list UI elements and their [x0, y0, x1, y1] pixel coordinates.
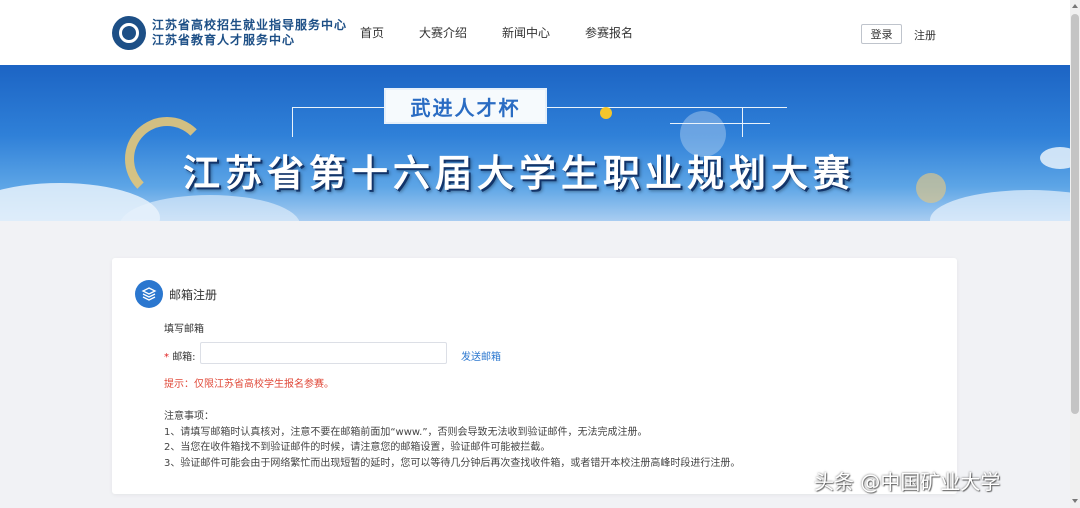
- logo-line-2: 江苏省教育人才服务中心: [152, 33, 296, 47]
- banner-line: [292, 107, 293, 137]
- cup-name: 武进人才杯: [384, 88, 547, 124]
- nav-item-signup[interactable]: 参赛报名: [585, 24, 633, 41]
- login-button[interactable]: 登录: [861, 24, 902, 44]
- email-label: * 邮箱:: [164, 348, 196, 363]
- logo-line-1: 江苏省高校招生就业指导服务中心: [152, 18, 348, 32]
- note-item: 3、验证邮件可能会由于网络繁忙而出现短暂的延时，您可以等待几分钟后再次查找收件箱…: [164, 457, 741, 469]
- page-scrollbar[interactable]: [1070, 0, 1080, 508]
- email-register-card: 邮箱注册 填写邮箱 * 邮箱: 发送邮箱 提示：仅限江苏省高校学生报名参赛。 注…: [112, 258, 957, 494]
- section-label: 填写邮箱: [164, 324, 204, 335]
- main-nav: 首页 大赛介绍 新闻中心 参赛报名: [360, 24, 633, 41]
- banner-line: [670, 123, 770, 124]
- send-email-link[interactable]: 发送邮箱: [461, 348, 501, 363]
- site-header: 江苏省高校招生就业指导服务中心 江苏省教育人才服务中心 首页 大赛介绍 新闻中心…: [0, 0, 1070, 65]
- banner-line: [742, 107, 743, 137]
- watermark: 头条 @中国矿业大学: [814, 470, 1001, 494]
- nav-item-home[interactable]: 首页: [360, 24, 384, 41]
- logo-text: 江苏省高校招生就业指导服务中心 江苏省教育人才服务中心: [152, 18, 347, 48]
- scroll-up-arrow-icon[interactable]: [1072, 4, 1078, 8]
- email-input[interactable]: [200, 342, 447, 364]
- dot-decoration: [600, 107, 612, 119]
- notes-title: 注意事项：: [164, 411, 214, 422]
- notes-block: 注意事项： 1、请填写邮箱时认真核对，注意不要在邮箱前面加“www.”，否则会导…: [164, 409, 740, 471]
- banner-line: [547, 107, 787, 108]
- layers-icon: [135, 280, 163, 308]
- banner-line: [292, 107, 384, 108]
- register-link[interactable]: 注册: [914, 27, 936, 43]
- nav-item-intro[interactable]: 大赛介绍: [419, 24, 467, 41]
- cloud-decoration: [1040, 147, 1070, 169]
- site-logo[interactable]: 江苏省高校招生就业指导服务中心 江苏省教育人才服务中心: [112, 14, 347, 52]
- hint-text: 提示：仅限江苏省高校学生报名参赛。: [164, 379, 334, 390]
- scroll-thumb[interactable]: [1071, 14, 1079, 414]
- hero-banner: 武进人才杯 江苏省第十六届大学生职业规划大赛: [0, 65, 1070, 221]
- card-title: 邮箱注册: [169, 288, 218, 302]
- note-item: 2、当您在收件箱找不到验证邮件的时候，请注意您的邮箱设置，验证邮件可能被拦截。: [164, 442, 551, 453]
- nav-item-news[interactable]: 新闻中心: [502, 24, 550, 41]
- cloud-decoration: [930, 190, 1070, 221]
- email-label-text: 邮箱:: [172, 352, 196, 363]
- orb-decoration: [916, 173, 946, 203]
- logo-emblem-icon: [112, 16, 146, 50]
- required-mark: *: [164, 352, 169, 363]
- scroll-down-arrow-icon[interactable]: [1072, 499, 1078, 503]
- cloud-decoration: [120, 195, 300, 221]
- banner-title: 江苏省第十六届大学生职业规划大赛: [183, 152, 855, 195]
- note-item: 1、请填写邮箱时认真核对，注意不要在邮箱前面加“www.”，否则会导致无法收到验…: [164, 426, 648, 438]
